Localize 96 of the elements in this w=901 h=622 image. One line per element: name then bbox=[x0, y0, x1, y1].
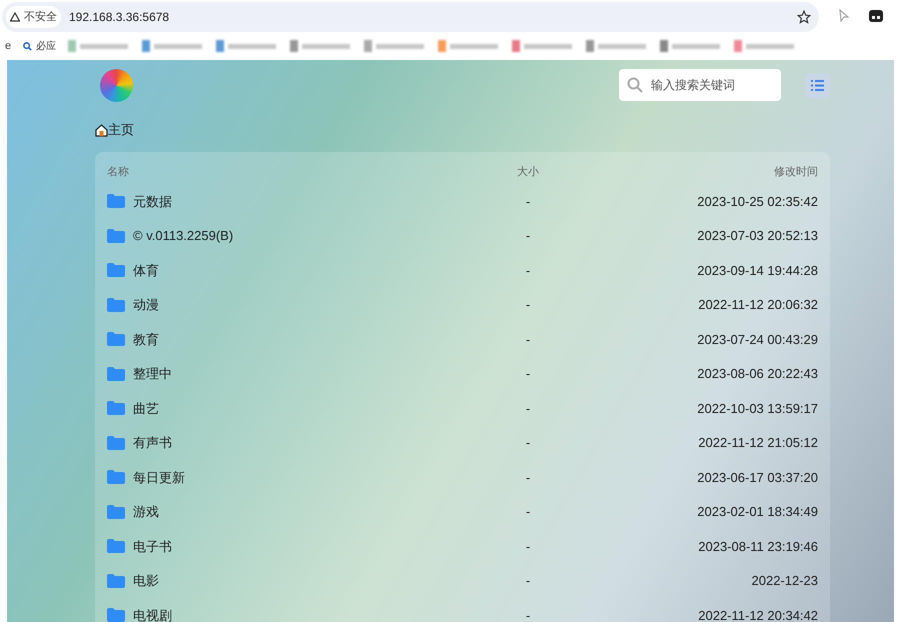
file-size: - bbox=[524, 400, 532, 418]
file-size: - bbox=[524, 296, 532, 314]
search-input[interactable]: 输入搜索关键词 bbox=[651, 76, 771, 94]
breadcrumb-home[interactable]: 主页 bbox=[95, 120, 134, 140]
file-size: - bbox=[524, 538, 532, 556]
file-size: - bbox=[524, 434, 532, 452]
file-row[interactable]: 体育 - 2023-09-14 19:44:28 bbox=[107, 253, 818, 288]
blurred-bookmark[interactable] bbox=[734, 40, 794, 52]
file-date: 2023-08-11 23:19:46 bbox=[697, 538, 818, 556]
folder-icon bbox=[107, 436, 125, 450]
file-date: 2022-11-12 20:34:42 bbox=[697, 606, 818, 622]
search-icon bbox=[627, 77, 643, 93]
file-row[interactable]: 教育 - 2023-07-24 00:43:29 bbox=[107, 322, 818, 356]
file-row[interactable]: 电子书 - 2023-08-11 23:19:46 bbox=[107, 529, 818, 564]
file-name: 元数据 bbox=[133, 192, 172, 210]
folder-icon bbox=[107, 298, 125, 312]
house-icon bbox=[95, 124, 108, 136]
bookmark-item[interactable]: 必应 bbox=[23, 38, 56, 54]
logo-icon[interactable] bbox=[100, 68, 133, 102]
file-row[interactable]: 动漫 - 2022-11-12 20:06:32 bbox=[107, 288, 818, 322]
bookmark-item[interactable]: e bbox=[5, 38, 12, 54]
file-date: 2022-11-12 21:05:12 bbox=[697, 434, 818, 452]
blurred-bookmark[interactable] bbox=[512, 40, 572, 52]
file-size: - bbox=[524, 606, 532, 622]
file-row[interactable]: 电影 - 2022-12-23 bbox=[107, 564, 818, 598]
file-row[interactable]: 有声书 - 2022-11-12 21:05:12 bbox=[107, 426, 818, 460]
file-name: © v.0113.2259(B) bbox=[133, 227, 234, 245]
file-name: 整理中 bbox=[133, 365, 172, 383]
folder-icon bbox=[107, 366, 125, 381]
file-size: - bbox=[524, 227, 532, 245]
file-name: 有声书 bbox=[133, 434, 172, 452]
file-date: 2022-10-03 13:59:17 bbox=[696, 400, 818, 418]
list-icon bbox=[811, 80, 824, 90]
search-icon bbox=[23, 42, 32, 50]
folder-icon bbox=[107, 228, 125, 243]
list-view-button[interactable] bbox=[805, 72, 830, 98]
address-bar[interactable]: 不安全 192.168.3.36:5678 bbox=[2, 2, 819, 32]
folder-icon bbox=[107, 194, 125, 208]
file-name: 体育 bbox=[133, 262, 159, 280]
file-name: 动漫 bbox=[133, 296, 159, 314]
file-name: 教育 bbox=[133, 330, 159, 348]
column-header[interactable]: 大小 bbox=[488, 164, 568, 180]
file-name: 电视剧 bbox=[133, 606, 172, 622]
file-size: - bbox=[524, 365, 532, 383]
blurred-bookmark[interactable] bbox=[364, 40, 424, 52]
blurred-bookmark[interactable] bbox=[660, 40, 720, 52]
file-date: 2023-10-25 02:35:42 bbox=[696, 192, 818, 210]
file-name: 电子书 bbox=[133, 538, 172, 556]
file-name: 电影 bbox=[133, 572, 159, 590]
blurred-bookmark[interactable] bbox=[586, 40, 646, 52]
blurred-bookmark[interactable] bbox=[290, 40, 350, 52]
security-chip[interactable]: 不安全 bbox=[6, 6, 61, 28]
file-size: - bbox=[524, 262, 532, 280]
folder-icon bbox=[107, 263, 125, 278]
file-row[interactable]: 曲艺 - 2022-10-03 13:59:17 bbox=[107, 391, 818, 426]
blurred-bookmark[interactable] bbox=[438, 40, 498, 52]
cursor-icon[interactable] bbox=[839, 9, 849, 23]
file-row[interactable]: 整理中 - 2023-08-06 20:22:43 bbox=[107, 356, 818, 391]
star-icon[interactable] bbox=[797, 10, 811, 24]
file-row[interactable]: 游戏 - 2023-02-01 18:34:49 bbox=[107, 494, 818, 529]
security-label: 不安全 bbox=[24, 10, 57, 25]
folder-icon bbox=[107, 574, 125, 588]
file-size: - bbox=[524, 572, 532, 590]
blurred-bookmark[interactable] bbox=[68, 40, 128, 52]
file-date: 2023-09-14 19:44:28 bbox=[696, 262, 818, 280]
folder-icon bbox=[107, 504, 125, 519]
folder-icon bbox=[107, 332, 125, 346]
extension-icon[interactable] bbox=[869, 10, 883, 22]
search-field[interactable]: 输入搜索关键词 bbox=[619, 69, 781, 101]
file-size: - bbox=[524, 468, 532, 486]
folder-icon bbox=[107, 401, 125, 416]
file-size: - bbox=[524, 503, 532, 521]
file-date: 2023-06-17 03:37:20 bbox=[696, 468, 818, 486]
file-date: 2022-11-12 20:06:32 bbox=[697, 296, 818, 314]
file-size: - bbox=[524, 330, 532, 348]
folder-icon bbox=[107, 539, 125, 554]
file-name: 曲艺 bbox=[133, 400, 159, 418]
file-date: 2023-08-06 20:22:43 bbox=[696, 365, 818, 383]
url-text: 192.168.3.36:5678 bbox=[69, 9, 170, 26]
blurred-bookmark[interactable] bbox=[142, 40, 202, 52]
blurred-bookmark[interactable] bbox=[216, 40, 276, 52]
folder-icon bbox=[107, 470, 125, 484]
column-header[interactable]: 修改时间 bbox=[568, 164, 818, 180]
file-date: 2023-07-24 00:43:29 bbox=[696, 330, 818, 348]
warning-icon bbox=[10, 12, 20, 22]
file-date: 2023-02-01 18:34:49 bbox=[696, 503, 818, 521]
file-row[interactable]: © v.0113.2259(B) - 2023-07-03 20:52:13 bbox=[107, 218, 818, 253]
file-row[interactable]: 元数据 - 2023-10-25 02:35:42 bbox=[107, 184, 818, 218]
file-size: - bbox=[524, 192, 532, 210]
file-name: 每日更新 bbox=[133, 468, 185, 486]
file-date: 2022-12-23 bbox=[750, 572, 818, 590]
file-row[interactable]: 每日更新 - 2023-06-17 03:37:20 bbox=[107, 460, 818, 494]
file-row[interactable]: 电视剧 - 2022-11-12 20:34:42 bbox=[107, 598, 818, 622]
folder-icon bbox=[107, 608, 125, 622]
file-name: 游戏 bbox=[133, 503, 159, 521]
file-date: 2023-07-03 20:52:13 bbox=[696, 227, 818, 245]
